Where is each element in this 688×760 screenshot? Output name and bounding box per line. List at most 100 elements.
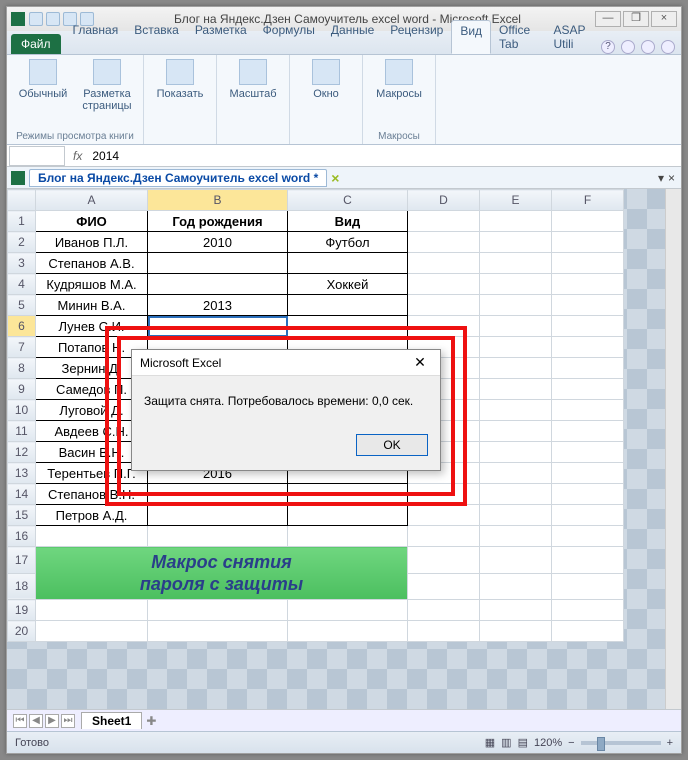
row-header[interactable]: 13 [8,463,36,484]
row-header[interactable]: 10 [8,400,36,421]
cell[interactable] [480,421,552,442]
qat-undo-icon[interactable] [46,12,60,26]
show-button[interactable]: Показать [152,59,208,100]
column-header[interactable]: B [148,190,288,211]
row-header[interactable]: 4 [8,274,36,295]
cell[interactable] [480,379,552,400]
add-sheet-icon[interactable]: ✚ [146,714,156,728]
cell[interactable] [480,253,552,274]
zoom-button[interactable]: Масштаб [225,59,281,100]
qat-save-icon[interactable] [29,12,43,26]
cell-fio[interactable]: Иванов П.Л. [36,232,148,253]
cell-fio[interactable]: Минин В.А. [36,295,148,316]
header-cell[interactable]: ФИО [36,211,148,232]
column-header[interactable]: D [408,190,480,211]
column-header[interactable]: E [480,190,552,211]
zoom-level[interactable]: 120% [534,737,562,749]
row-header[interactable]: 5 [8,295,36,316]
ribbon-tab-6[interactable]: Вид [451,20,491,54]
help-icon[interactable]: ? [601,40,615,54]
cell[interactable] [552,295,624,316]
cell[interactable] [408,211,480,232]
cell[interactable] [408,547,480,574]
row-header[interactable]: 19 [8,600,36,621]
cell[interactable] [288,526,408,547]
file-tab[interactable]: Файл [11,34,61,54]
view-normal-icon[interactable]: ▦ [485,736,495,749]
cell[interactable] [552,253,624,274]
normal-view-button[interactable]: Обычный [15,59,71,112]
column-header[interactable]: F [552,190,624,211]
ribbon-tab-3[interactable]: Формулы [255,20,323,54]
cell[interactable] [36,600,148,621]
ribbon-tab-1[interactable]: Вставка [126,20,187,54]
cell[interactable] [480,463,552,484]
cell-sport[interactable] [288,295,408,316]
sheet-tab[interactable]: Sheet1 [81,712,142,729]
row-header[interactable]: 17 [8,547,36,574]
cell[interactable] [552,337,624,358]
cell[interactable] [552,400,624,421]
cell[interactable] [148,621,288,642]
cell[interactable] [480,358,552,379]
cell[interactable] [552,274,624,295]
cell-fio[interactable]: Степанов А.В. [36,253,148,274]
cell[interactable] [480,505,552,526]
name-box[interactable] [9,146,65,166]
sheet-nav-last-icon[interactable]: ⏭ [61,714,75,728]
cell[interactable] [552,316,624,337]
row-header[interactable]: 7 [8,337,36,358]
cell-year[interactable] [148,274,288,295]
cell[interactable] [408,232,480,253]
row-header[interactable]: 15 [8,505,36,526]
ribbon-minimize-icon[interactable] [621,40,635,54]
cell[interactable] [552,358,624,379]
sheet-nav-next-icon[interactable]: ▶ [45,714,59,728]
ribbon-tab-5[interactable]: Рецензир [382,20,451,54]
cell[interactable] [552,463,624,484]
formula-input[interactable]: 2014 [88,149,681,163]
row-header[interactable]: 14 [8,484,36,505]
cell[interactable] [480,573,552,600]
cell[interactable] [480,316,552,337]
cell[interactable] [480,442,552,463]
row-header[interactable]: 9 [8,379,36,400]
cell[interactable] [480,600,552,621]
view-page-icon[interactable]: ▥ [501,736,511,749]
cell[interactable] [288,600,408,621]
ribbon-tab-7[interactable]: Office Tab [491,20,545,54]
cell[interactable] [408,573,480,600]
cell[interactable] [480,547,552,574]
cell-sport[interactable]: Футбол [288,232,408,253]
row-header[interactable]: 20 [8,621,36,642]
cell[interactable] [36,526,148,547]
cell[interactable] [552,621,624,642]
row-header[interactable]: 3 [8,253,36,274]
cell[interactable] [552,484,624,505]
cell[interactable] [408,505,480,526]
cell-fio[interactable]: Петров А.Д. [36,505,148,526]
cell[interactable] [408,253,480,274]
dialog-ok-button[interactable]: OK [356,434,428,456]
cell[interactable] [408,600,480,621]
ribbon-tab-0[interactable]: Главная [65,20,127,54]
view-break-icon[interactable]: ▤ [518,736,528,749]
ribbon-tab-2[interactable]: Разметка [187,20,255,54]
cell[interactable] [480,400,552,421]
row-header[interactable]: 18 [8,573,36,600]
row-header[interactable]: 1 [8,211,36,232]
window-button[interactable]: Окно [298,59,354,100]
cell[interactable] [480,337,552,358]
maximize-button[interactable]: ❐ [623,11,649,27]
cell-year[interactable] [148,253,288,274]
cell[interactable] [552,232,624,253]
cell[interactable] [552,547,624,574]
tab-close-icon[interactable]: × [331,170,339,186]
row-header[interactable]: 8 [8,358,36,379]
cell[interactable] [36,621,148,642]
cell[interactable] [480,211,552,232]
cell[interactable] [552,600,624,621]
cell[interactable] [480,232,552,253]
column-header[interactable]: C [288,190,408,211]
cell[interactable] [552,526,624,547]
